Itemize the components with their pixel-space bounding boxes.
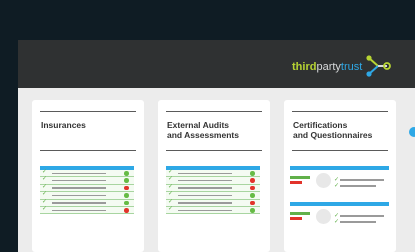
- external-audits-card[interactable]: External Audits and Assessments ✓ ✓ ✓ ✓ ✓ ✓: [158, 100, 270, 252]
- status-bar-red: [290, 181, 302, 184]
- check-icon: ✓: [168, 205, 174, 212]
- avatar: [316, 173, 331, 188]
- item-header: [290, 166, 389, 170]
- insurances-card[interactable]: Insurances ✓ ✓ ✓ ✓ ✓ ✓: [32, 100, 144, 252]
- status-ok-icon: [124, 193, 129, 198]
- card-title: External Audits and Assessments: [167, 120, 239, 140]
- text-line: [52, 187, 106, 189]
- check-icon: ✓: [168, 169, 174, 175]
- brand-logo[interactable]: third party trust: [292, 55, 392, 78]
- table-row: ✓: [166, 198, 260, 207]
- text-line: [52, 172, 106, 174]
- logo-word-trust: trust: [340, 61, 363, 73]
- status-ok-icon: [124, 178, 129, 183]
- status-ok-icon: [124, 171, 129, 176]
- check-icon: ✓: [42, 191, 48, 198]
- text-line: [178, 194, 232, 197]
- status-bar-red: [290, 217, 302, 220]
- table-row: ✓: [166, 169, 260, 178]
- status-ok-icon: [250, 207, 255, 213]
- text-line: [178, 179, 232, 182]
- top-bar: third party trust: [18, 40, 415, 88]
- divider: [292, 111, 388, 112]
- text-line: [178, 202, 232, 204]
- status-bar-green: [290, 176, 310, 179]
- divider: [292, 150, 388, 151]
- check-icon: ✓: [168, 191, 174, 198]
- check-icon: ✓: [168, 183, 174, 190]
- check-icon: ✓: [42, 176, 48, 183]
- audit-table: ✓ ✓ ✓ ✓ ✓ ✓: [166, 166, 260, 215]
- divider: [40, 111, 136, 112]
- certificate-item: ✓ ✓: [290, 166, 389, 200]
- text-line: [340, 221, 376, 223]
- status-fail-icon: [124, 185, 129, 191]
- connector-arrow-icon: [366, 55, 392, 77]
- check-icon: ✓: [334, 219, 340, 225]
- table-row: ✓: [166, 176, 260, 185]
- divider: [166, 111, 262, 112]
- status-ok-icon: [250, 171, 255, 176]
- app-window: third party trust Insurances ✓ ✓ ✓ ✓ ✓ ✓ Extern…: [18, 40, 415, 252]
- avatar: [316, 209, 331, 224]
- table-row: ✓: [40, 169, 134, 178]
- text-line: [52, 202, 106, 204]
- check-icon: ✓: [168, 176, 174, 183]
- text-line: [340, 179, 384, 181]
- text-line: [178, 209, 232, 211]
- status-ok-icon: [124, 200, 129, 206]
- card-title: Certifications and Questionnaires: [293, 120, 373, 140]
- text-line: [178, 172, 232, 174]
- divider: [166, 150, 262, 151]
- check-icon: ✓: [42, 169, 48, 175]
- status-fail-icon: [124, 207, 129, 213]
- table-row: ✓: [166, 205, 260, 215]
- logo-word-party: party: [316, 61, 341, 73]
- carousel-next-dot[interactable]: [409, 127, 415, 137]
- table-row: ✓: [40, 183, 134, 193]
- status-fail-icon: [250, 185, 255, 191]
- table-row: ✓: [40, 205, 134, 215]
- check-icon: ✓: [334, 183, 340, 189]
- text-line: [52, 179, 106, 182]
- table-row: ✓: [40, 198, 134, 207]
- table-row: ✓: [40, 191, 134, 200]
- logo-word-third: third: [292, 61, 317, 73]
- text-line: [340, 185, 376, 187]
- table-row: ✓: [166, 183, 260, 193]
- item-header: [290, 202, 389, 206]
- certifications-card[interactable]: Certifications and Questionnaires ✓ ✓ ✓ …: [284, 100, 396, 252]
- check-icon: ✓: [42, 198, 48, 205]
- check-icon: ✓: [42, 205, 48, 212]
- table-row: ✓: [166, 191, 260, 200]
- status-ok-icon: [250, 193, 255, 198]
- insurance-table: ✓ ✓ ✓ ✓ ✓ ✓: [40, 166, 134, 215]
- text-line: [52, 209, 106, 211]
- text-line: [178, 187, 232, 189]
- status-fail-icon: [250, 200, 255, 206]
- check-icon: ✓: [42, 183, 48, 190]
- card-title: Insurances: [41, 120, 86, 130]
- divider: [40, 150, 136, 151]
- check-icon: ✓: [168, 198, 174, 205]
- certificate-item: ✓ ✓: [290, 202, 389, 236]
- text-line: [340, 215, 384, 217]
- table-row: ✓: [40, 176, 134, 185]
- text-line: [52, 194, 106, 197]
- status-bar-green: [290, 212, 310, 215]
- status-fail-icon: [250, 178, 255, 183]
